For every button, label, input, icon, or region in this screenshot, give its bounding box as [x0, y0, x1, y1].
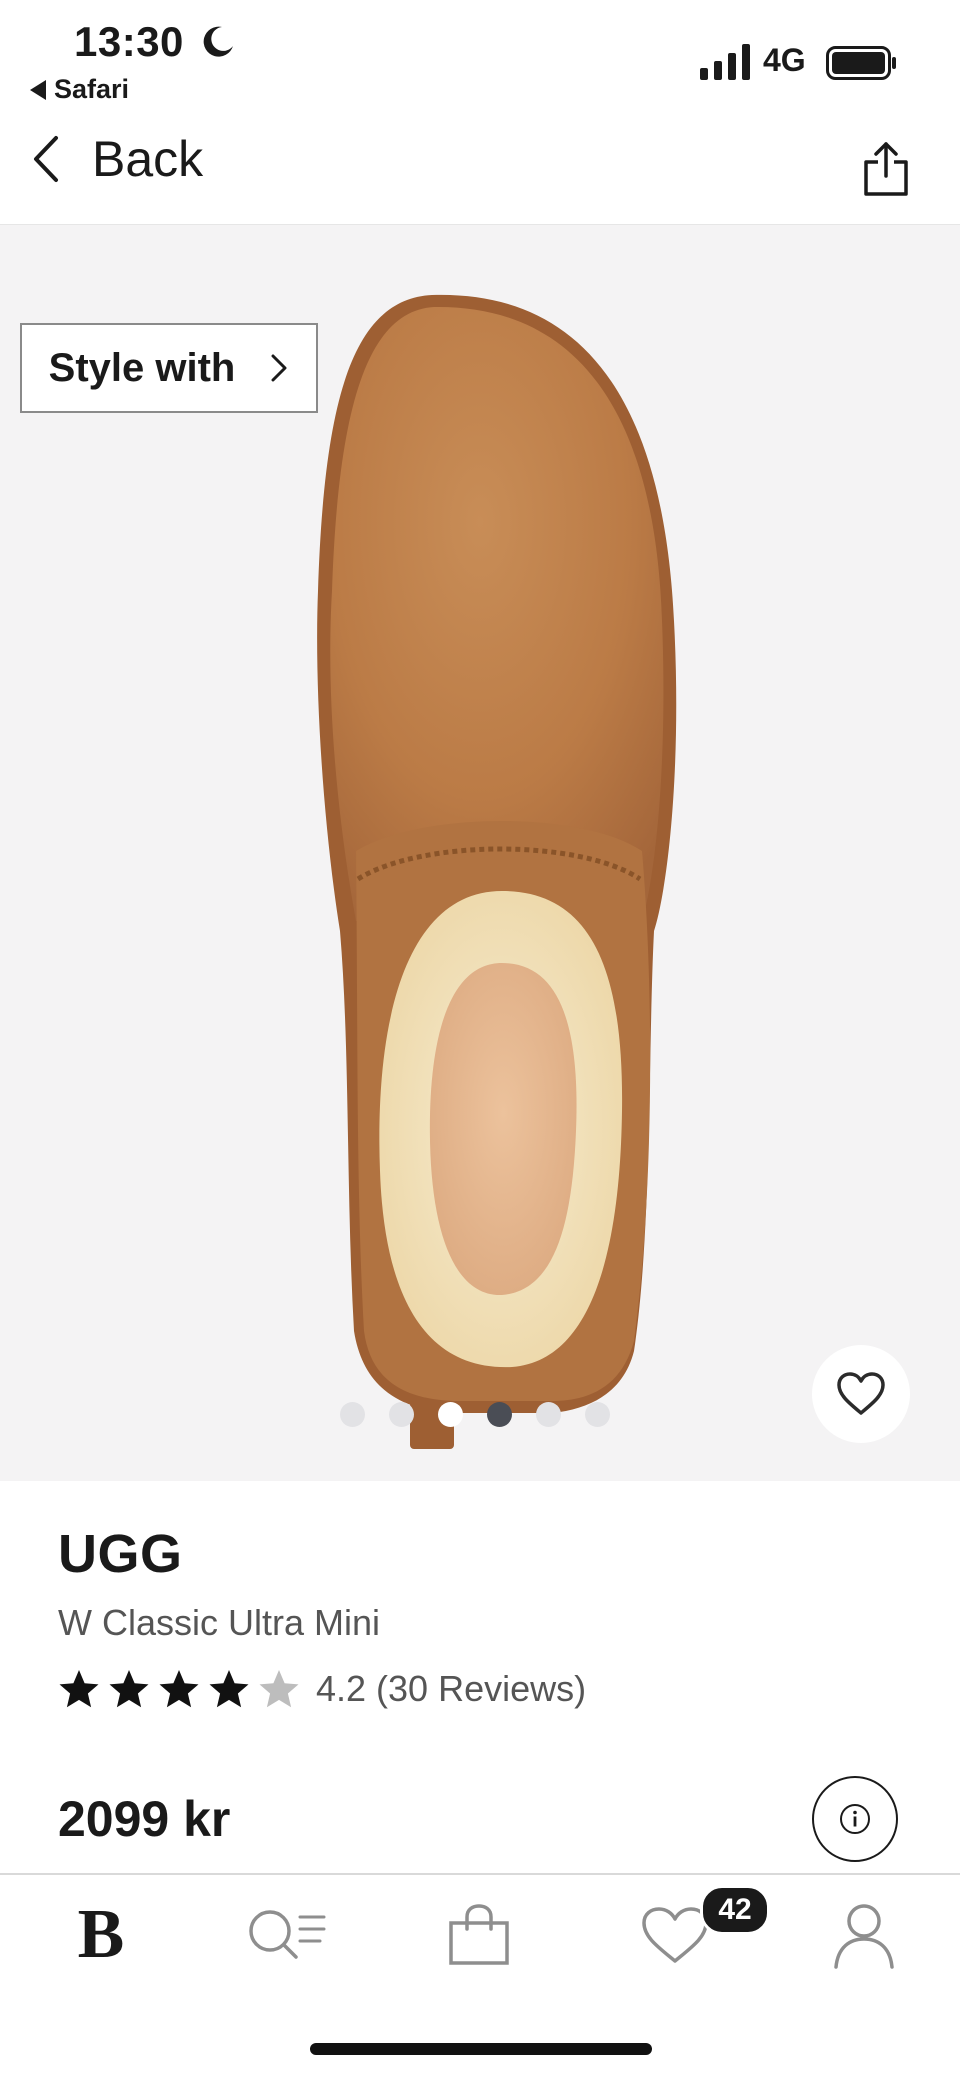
back-label: Back [92, 131, 204, 187]
pagination-dot[interactable] [389, 1402, 414, 1427]
gallery-pagination [340, 1402, 610, 1427]
tab-account[interactable] [832, 1895, 896, 1975]
pagination-dot[interactable] [536, 1402, 561, 1427]
cellular-signal-icon [700, 44, 750, 80]
status-time: 13:30 [74, 18, 184, 65]
tab-bag[interactable] [446, 1895, 512, 1975]
return-to-safari-link[interactable]: Safari [30, 74, 129, 105]
style-with-button[interactable]: Style with [20, 323, 318, 413]
star-filled-icon [109, 1670, 149, 1708]
chevron-left-icon [34, 136, 58, 182]
tab-home[interactable]: B [66, 1895, 136, 1975]
battery-icon [826, 46, 896, 80]
search-menu-icon [249, 1910, 326, 1959]
pagination-dot[interactable] [340, 1402, 365, 1427]
back-button[interactable]: Back [30, 130, 203, 188]
style-with-label: Style with [48, 345, 236, 390]
wishlist-count-badge: 42 [700, 1885, 770, 1935]
product-brand: UGG [58, 1524, 183, 1584]
back-triangle-icon [30, 79, 46, 100]
pagination-dot[interactable] [438, 1402, 463, 1427]
product-image [317, 294, 677, 1449]
star-filled-icon [159, 1670, 199, 1708]
add-to-wishlist-button[interactable] [812, 1345, 910, 1443]
price-info-button[interactable] [812, 1776, 898, 1862]
user-icon [834, 1904, 894, 1969]
rating-summary: 4.2 (30 Reviews) [316, 1668, 587, 1709]
share-icon[interactable] [862, 140, 910, 198]
star-empty-icon [259, 1670, 299, 1708]
chevron-right-icon [271, 354, 287, 382]
star-filled-icon [209, 1670, 249, 1708]
network-type: 4G [763, 42, 806, 78]
pagination-dot[interactable] [585, 1402, 610, 1427]
shopping-bag-icon [449, 1904, 509, 1965]
product-price: 2099 kr [58, 1791, 231, 1847]
tab-search[interactable] [246, 1895, 328, 1975]
product-name: W Classic Ultra Mini [58, 1602, 381, 1643]
star-rating [58, 1668, 300, 1710]
product-rating[interactable]: 4.2 (30 Reviews) [58, 1668, 586, 1710]
star-filled-icon [59, 1670, 99, 1708]
moon-icon [203, 26, 233, 57]
pagination-dot-active[interactable] [487, 1402, 512, 1427]
heart-icon [837, 1372, 885, 1415]
return-app-label: Safari [54, 74, 130, 104]
home-indicator[interactable] [310, 2043, 652, 2055]
product-image-gallery[interactable]: Style with [0, 224, 960, 1481]
info-icon [840, 1804, 870, 1834]
